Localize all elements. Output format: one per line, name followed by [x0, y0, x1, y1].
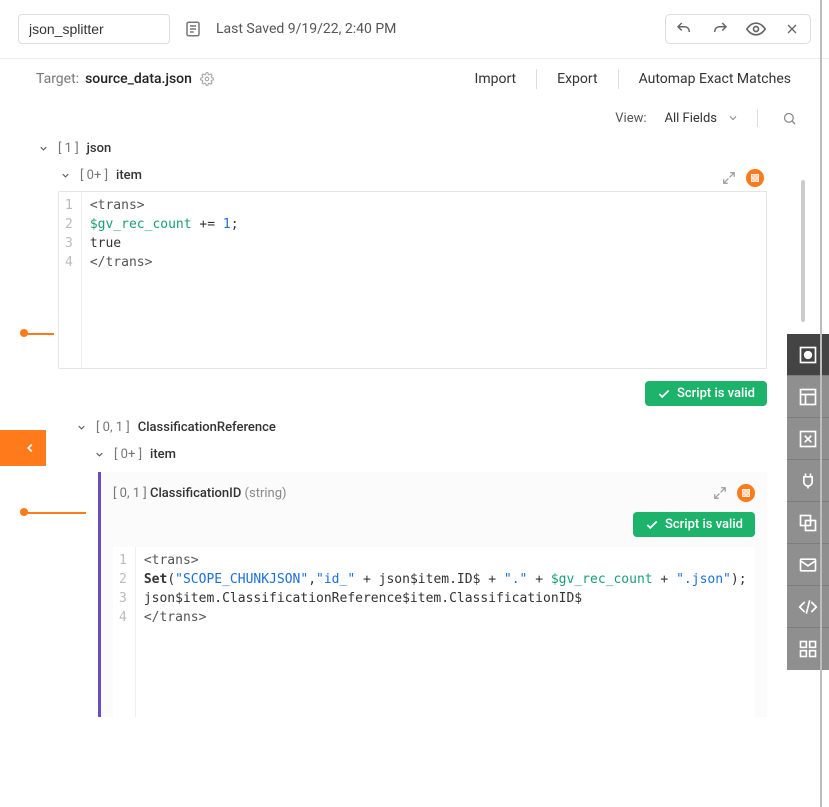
collapse-left-panel-button[interactable]	[14, 430, 46, 466]
type-annotation: (string)	[245, 486, 287, 501]
node-name: json	[87, 141, 112, 156]
cardinality: [ 0, 1 ]	[113, 486, 147, 501]
chevron-down-icon	[727, 111, 739, 126]
expand-icon[interactable]	[713, 486, 727, 500]
content-scrollbar[interactable]	[801, 180, 805, 322]
redo-icon[interactable]	[710, 19, 730, 39]
target-label: Target:	[36, 71, 79, 87]
divider	[757, 109, 758, 127]
cardinality: [ 0+ ]	[114, 447, 142, 462]
rail-copy-icon[interactable]	[787, 502, 829, 544]
rail-target-icon[interactable]	[787, 334, 829, 376]
valid-text: Script is valid	[677, 386, 755, 401]
automap-button[interactable]: Automap Exact Matches	[619, 71, 811, 87]
rail-email-icon[interactable]	[787, 544, 829, 586]
target-value: source_data.json	[85, 71, 192, 87]
notes-icon[interactable]	[184, 20, 202, 38]
last-saved-label: Last Saved 9/19/22, 2:40 PM	[216, 21, 396, 37]
tree-node-item-2[interactable]: [ 0+ ] item	[92, 443, 767, 466]
chevron-down-icon[interactable]	[74, 422, 88, 433]
right-rail	[787, 334, 829, 670]
left-collapse-track	[0, 430, 14, 466]
code-lines[interactable]: <trans>$gv_rec_count += 1;true</trans>	[82, 192, 247, 368]
chevron-down-icon[interactable]	[58, 170, 72, 181]
gear-icon[interactable]	[200, 71, 214, 87]
cardinality: [ 0, 1 ]	[96, 420, 130, 435]
valid-text: Script is valid	[665, 517, 743, 532]
connector-dot	[20, 508, 28, 516]
node-name: ClassificationID	[150, 486, 241, 501]
rail-layout-icon[interactable]	[787, 376, 829, 418]
rail-code-icon[interactable]	[787, 586, 829, 628]
connector-line	[24, 333, 54, 335]
script-options-icon[interactable]	[746, 169, 764, 187]
undo-icon[interactable]	[674, 19, 694, 39]
preview-icon[interactable]	[746, 19, 766, 39]
tree-node-classificationreference[interactable]: [ 0, 1 ] ClassificationReference	[74, 416, 767, 439]
page-scrollbar[interactable]	[820, 0, 822, 807]
chevron-down-icon[interactable]	[92, 449, 106, 460]
field-block-classificationid: [ 0, 1 ] ClassificationID (string) Scrip…	[98, 472, 767, 717]
node-name: item	[150, 447, 176, 462]
view-select[interactable]: All Fields	[665, 111, 739, 126]
code-editor-classificationid[interactable]: 1234 <trans>Set("SCOPE_CHUNKJSON","id_" …	[113, 547, 755, 717]
connector-dot	[20, 329, 28, 337]
cardinality: [ 0+ ]	[80, 168, 108, 183]
view-label: View:	[615, 111, 646, 126]
node-name: item	[116, 168, 142, 183]
tree-node-item[interactable]: [ 0+ ] item	[58, 164, 767, 187]
cardinality: [ 1 ]	[58, 141, 79, 156]
close-icon[interactable]	[782, 19, 802, 39]
import-button[interactable]: Import	[455, 71, 537, 87]
node-name: ClassificationReference	[138, 420, 276, 435]
line-gutter: 1234	[59, 192, 82, 368]
tree-node-json[interactable]: [ 1 ] json	[36, 137, 767, 160]
script-valid-badge: Script is valid	[633, 512, 755, 537]
code-editor-item[interactable]: 1234 <trans>$gv_rec_count += 1;true</tra…	[58, 191, 767, 369]
transform-name-input[interactable]	[18, 14, 170, 44]
rail-variable-icon[interactable]	[787, 418, 829, 460]
code-lines[interactable]: <trans>Set("SCOPE_CHUNKJSON","id_" + jso…	[136, 547, 755, 717]
script-valid-badge: Script is valid	[645, 381, 767, 406]
connector-line	[24, 512, 86, 514]
rail-grid-icon[interactable]	[787, 628, 829, 670]
line-gutter: 1234	[113, 547, 136, 717]
header-actions	[665, 14, 811, 44]
script-options-icon[interactable]	[737, 484, 755, 502]
view-selected: All Fields	[665, 111, 717, 126]
export-button[interactable]: Export	[537, 71, 617, 87]
chevron-down-icon[interactable]	[36, 143, 50, 154]
search-icon[interactable]	[782, 110, 797, 125]
rail-plugin-icon[interactable]	[787, 460, 829, 502]
expand-icon[interactable]	[722, 171, 736, 185]
